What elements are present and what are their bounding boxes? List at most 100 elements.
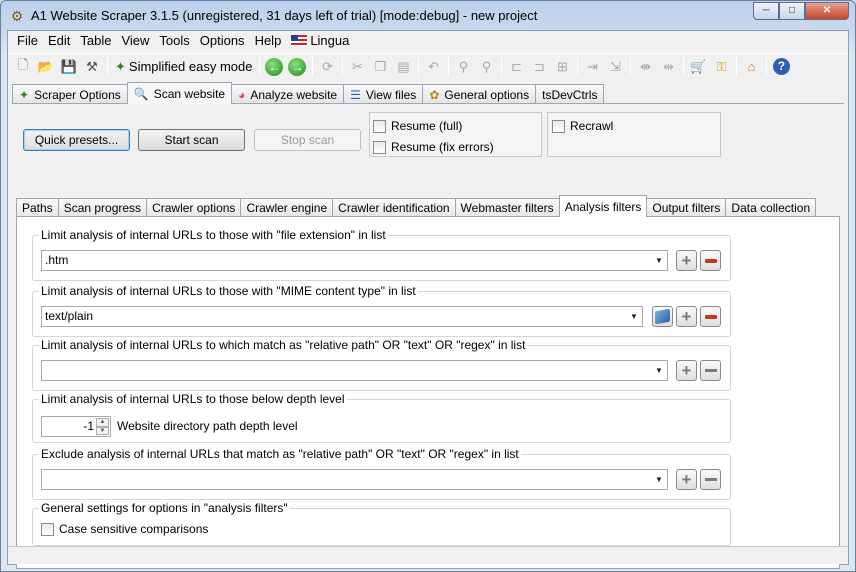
- find-next-icon[interactable]: ⚲: [475, 56, 497, 78]
- forward-arrow-icon: →: [288, 57, 307, 76]
- key-icon[interactable]: ⚿: [710, 56, 732, 78]
- recrawl-checkbox[interactable]: Recrawl: [552, 119, 613, 133]
- book-icon: [655, 308, 670, 325]
- tab-crawler-identification[interactable]: Crawler identification: [332, 198, 456, 217]
- remove-exclude-button[interactable]: [700, 469, 721, 490]
- merge-icon[interactable]: ⇹: [657, 56, 679, 78]
- remove-mime-type-button[interactable]: [700, 306, 721, 327]
- add-relative-path-button[interactable]: +: [676, 360, 697, 381]
- stop-scan-button[interactable]: Stop scan: [254, 129, 361, 151]
- file-extension-value: .htm: [45, 253, 69, 267]
- mime-presets-button[interactable]: [652, 306, 673, 327]
- mime-type-group: Limit analysis of internal URLs to those…: [32, 284, 731, 337]
- tab-crawler-engine[interactable]: Crawler engine: [240, 198, 334, 217]
- add-mime-type-button[interactable]: +: [676, 306, 697, 327]
- tab-scan-website[interactable]: 🔍 Scan website: [126, 82, 233, 104]
- relative-path-group: Limit analysis of internal URLs to which…: [32, 338, 731, 391]
- chevron-down-icon[interactable]: ▼: [653, 470, 665, 489]
- menu-file[interactable]: File: [12, 31, 43, 51]
- tab-paths[interactable]: Paths: [16, 198, 59, 217]
- move-down-icon[interactable]: ⇲: [604, 56, 626, 78]
- tree-collapse-icon[interactable]: ⊏: [505, 56, 527, 78]
- list-icon: ☰: [350, 87, 361, 102]
- paste-icon[interactable]: ▤: [392, 56, 414, 78]
- undo-icon[interactable]: ↶: [422, 56, 444, 78]
- tab-webmaster-filters[interactable]: Webmaster filters: [454, 198, 560, 217]
- save-icon[interactable]: 💾: [58, 56, 80, 78]
- spin-up-icon[interactable]: ▲: [96, 418, 109, 427]
- split-icon[interactable]: ⇼: [634, 56, 656, 78]
- forward-button[interactable]: →: [286, 56, 308, 78]
- toolbar-separator: [683, 56, 685, 77]
- tab-scan-progress[interactable]: Scan progress: [57, 198, 148, 217]
- tree-all-icon[interactable]: ⊞: [551, 56, 573, 78]
- refresh-icon[interactable]: ⟳: [316, 56, 338, 78]
- close-button[interactable]: ✕: [805, 2, 849, 20]
- tab-data-collection[interactable]: Data collection: [725, 198, 817, 217]
- depth-level-spinner[interactable]: -1 ▲ ▼: [41, 416, 111, 437]
- find-icon[interactable]: ⚲: [452, 56, 474, 78]
- help-icon[interactable]: ?: [770, 56, 792, 78]
- new-document-icon[interactable]: 🗋: [12, 56, 34, 78]
- tab-analysis-filters[interactable]: Analysis filters: [558, 195, 648, 217]
- remove-relative-path-button[interactable]: [700, 360, 721, 381]
- scan-website-panel: Quick presets... Start scan Stop scan Re…: [12, 103, 844, 569]
- menu-table[interactable]: Table: [75, 31, 116, 51]
- menu-options[interactable]: Options: [195, 31, 250, 51]
- cart-icon[interactable]: 🛒: [687, 56, 709, 78]
- start-scan-button[interactable]: Start scan: [138, 129, 245, 151]
- chevron-down-icon[interactable]: ▼: [653, 251, 665, 270]
- chevron-down-icon[interactable]: ▼: [653, 361, 665, 380]
- tab-general-options[interactable]: ✿ General options: [422, 84, 537, 104]
- tools-icon[interactable]: ⚒: [81, 56, 103, 78]
- cut-icon[interactable]: ✂: [346, 56, 368, 78]
- add-file-extension-button[interactable]: +: [676, 250, 697, 271]
- back-button[interactable]: ←: [263, 56, 285, 78]
- remove-file-extension-button[interactable]: [700, 250, 721, 271]
- menu-edit[interactable]: Edit: [43, 31, 75, 51]
- spin-down-icon[interactable]: ▼: [96, 426, 109, 435]
- maximize-button[interactable]: □: [779, 2, 805, 20]
- tab-view-files[interactable]: ☰ View files: [343, 84, 424, 104]
- home-icon[interactable]: ⌂: [740, 56, 762, 78]
- menu-lingua[interactable]: Lingua: [286, 31, 354, 51]
- exclude-combo[interactable]: ▼: [41, 469, 668, 490]
- title-bar[interactable]: ⚙ A1 Website Scraper 3.1.5 (unregistered…: [1, 1, 855, 31]
- copy-icon[interactable]: ❐: [369, 56, 391, 78]
- menu-view[interactable]: View: [116, 31, 154, 51]
- minus-icon: [704, 258, 717, 263]
- case-sensitive-label: Case sensitive comparisons: [59, 522, 209, 536]
- menu-help[interactable]: Help: [250, 31, 287, 51]
- quick-presets-button[interactable]: Quick presets...: [23, 129, 130, 151]
- add-exclude-button[interactable]: +: [676, 469, 697, 490]
- open-folder-icon[interactable]: 📂: [35, 56, 57, 78]
- tab-crawler-options[interactable]: Crawler options: [146, 198, 242, 217]
- app-icon[interactable]: ⚙: [9, 8, 25, 24]
- status-bar: [8, 546, 848, 564]
- file-extension-combo[interactable]: .htm ▼: [41, 250, 668, 271]
- plus-icon: +: [681, 251, 692, 270]
- toolbar-separator: [448, 56, 450, 77]
- relative-path-combo[interactable]: ▼: [41, 360, 668, 381]
- resume-full-checkbox[interactable]: Resume (full): [373, 119, 462, 133]
- toolbar-separator: [736, 56, 738, 77]
- chevron-down-icon[interactable]: ▼: [628, 307, 640, 326]
- simplified-mode-button[interactable]: ✦ Simplified easy mode: [111, 56, 256, 78]
- move-right-icon[interactable]: ⇥: [581, 56, 603, 78]
- tab-scraper-options[interactable]: ✦ Scraper Options: [12, 84, 128, 104]
- minimize-button[interactable]: ─: [753, 2, 779, 20]
- tab-tsdevctrls[interactable]: tsDevCtrls: [535, 84, 605, 104]
- tab-analyze-website[interactable]: ◕ Analyze website: [231, 84, 345, 104]
- checkbox-box: [373, 140, 386, 154]
- menu-tools[interactable]: Tools: [154, 31, 194, 51]
- mime-type-combo[interactable]: text/plain ▼: [41, 306, 643, 327]
- resume-fix-errors-checkbox[interactable]: Resume (fix errors): [373, 140, 494, 154]
- depth-level-group: Limit analysis of internal URLs to those…: [32, 392, 731, 443]
- plus-icon: +: [681, 361, 692, 380]
- general-settings-legend: General settings for options in "analysi…: [39, 501, 290, 515]
- case-sensitive-checkbox[interactable]: Case sensitive comparisons: [41, 522, 208, 536]
- tree-expand-icon[interactable]: ⊐: [528, 56, 550, 78]
- tab-output-filters[interactable]: Output filters: [646, 198, 727, 217]
- resume-full-label: Resume (full): [391, 119, 463, 133]
- back-arrow-icon: ←: [265, 57, 284, 76]
